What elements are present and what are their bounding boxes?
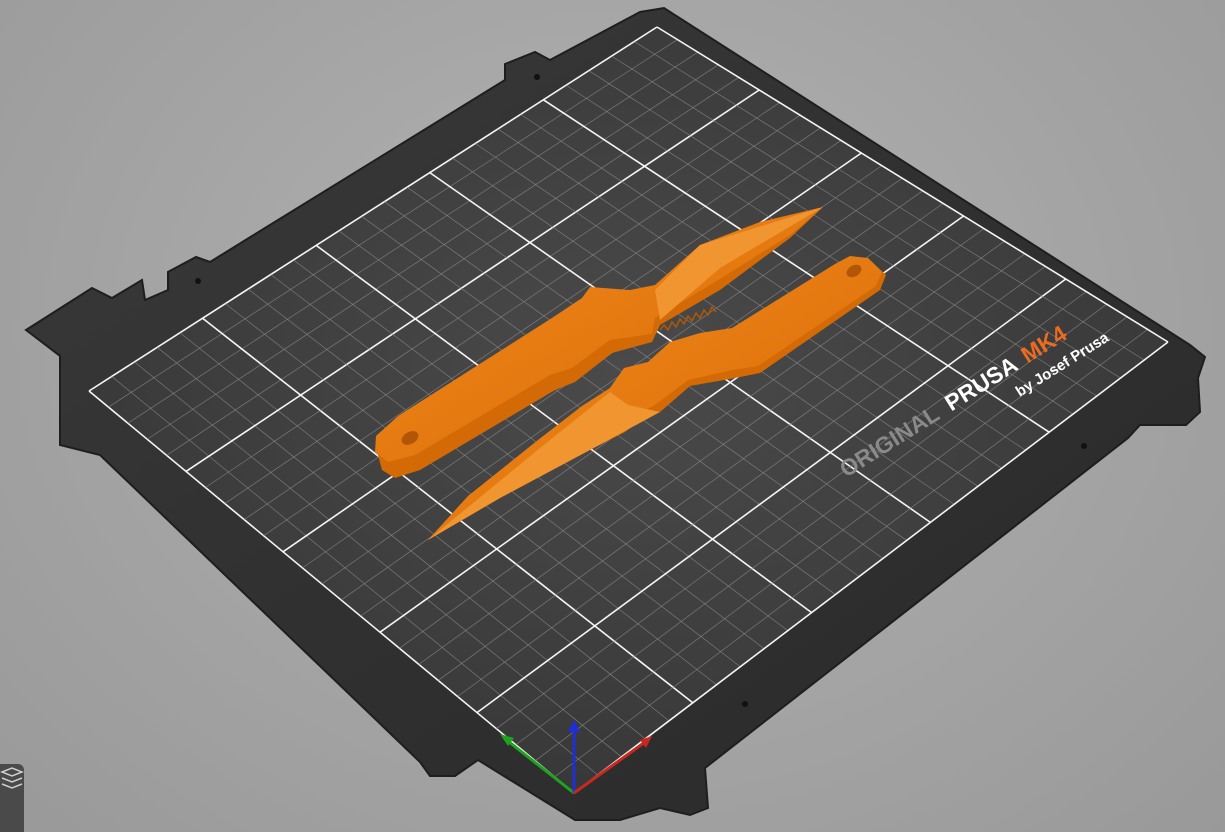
mount-hole	[534, 74, 540, 80]
mount-hole	[742, 701, 748, 707]
layers-icon	[0, 767, 24, 789]
layers-toolbar-button[interactable]	[0, 764, 24, 832]
scene-svg: ORIGINAL PRUSA MK4 by Josef Prusa	[24, 6, 1207, 821]
3d-viewport[interactable]: ORIGINAL PRUSA MK4 by Josef Prusa	[0, 0, 1225, 832]
mount-hole	[1081, 443, 1087, 449]
mount-hole	[195, 278, 201, 284]
